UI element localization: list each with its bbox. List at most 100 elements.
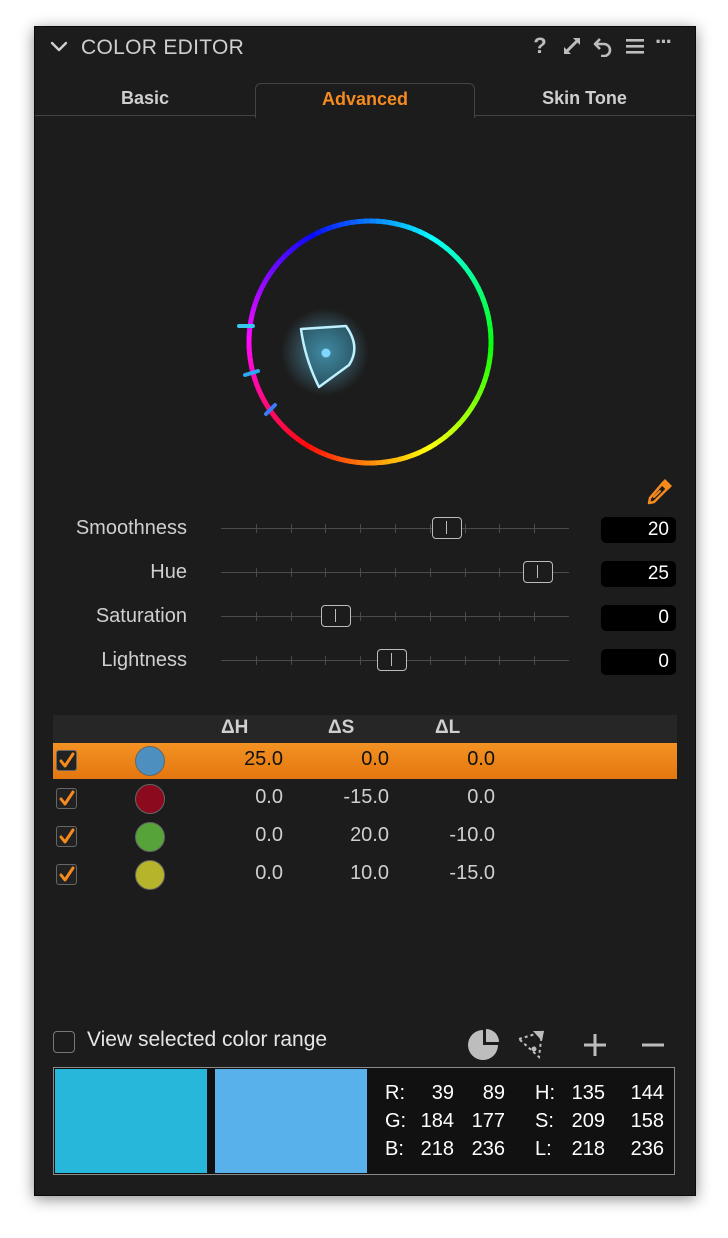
table-row[interactable]: 0.0 -15.0 0.0 xyxy=(53,781,677,817)
view-range-checkbox[interactable] xyxy=(53,1031,75,1053)
slider-track-smoothness[interactable] xyxy=(221,517,569,539)
range-picker-icon[interactable] xyxy=(513,1027,549,1063)
expand-icon[interactable] xyxy=(561,35,583,57)
help-icon[interactable]: ? xyxy=(529,35,551,57)
eyedropper-icon[interactable] xyxy=(642,473,678,509)
chevron-down-icon[interactable] xyxy=(49,37,69,57)
value-field-lightness[interactable]: 0 xyxy=(601,649,676,675)
slider-tick xyxy=(395,568,396,577)
selected-color-point[interactable] xyxy=(321,348,331,358)
checkmark-icon xyxy=(59,828,75,844)
tab-advanced[interactable]: Advanced xyxy=(255,83,475,118)
slider-label-smoothness: Smoothness xyxy=(75,517,187,539)
slider-thumb-lightness[interactable] xyxy=(376,649,407,671)
color-swatch xyxy=(135,822,165,852)
cell-dl: -10.0 xyxy=(449,824,495,846)
more-icon[interactable]: ··· xyxy=(655,31,681,57)
slider-tick xyxy=(499,612,501,621)
slider-tick xyxy=(290,656,292,665)
tab-basic[interactable]: Basic xyxy=(35,83,255,117)
slider-track-saturation[interactable] xyxy=(221,605,569,627)
panel-title: COLOR EDITOR xyxy=(81,36,245,59)
hsl-value-after: 158 xyxy=(630,1110,664,1132)
slider-tick xyxy=(360,524,362,533)
slider-tick xyxy=(429,656,431,665)
row-checkbox[interactable] xyxy=(56,826,77,847)
range-handle-middle[interactable] xyxy=(243,369,260,377)
cell-ds: -15.0 xyxy=(343,786,389,808)
slider-tick xyxy=(395,612,396,621)
rgb-value-before: 39 xyxy=(431,1082,454,1104)
slider-tick xyxy=(464,568,466,577)
slider-tick xyxy=(534,524,536,533)
slider-tick xyxy=(255,524,257,533)
cell-dh: 0.0 xyxy=(255,824,283,846)
hsl-label: H: xyxy=(535,1082,555,1104)
table-row[interactable]: 25.0 0.0 0.0 xyxy=(53,743,677,779)
cell-dl: 0.0 xyxy=(467,786,495,808)
hsl-value-before: 135 xyxy=(571,1082,605,1104)
pie-picker-icon[interactable] xyxy=(465,1027,501,1063)
checkmark-icon xyxy=(59,752,75,768)
cell-dh: 25.0 xyxy=(244,748,283,770)
reset-icon[interactable] xyxy=(592,35,614,57)
slider-tick xyxy=(255,568,257,577)
tab-skin-tone[interactable]: Skin Tone xyxy=(474,83,695,117)
slider-tick xyxy=(499,524,501,533)
rgb-value-after: 89 xyxy=(482,1082,505,1104)
view-range-label: View selected color range xyxy=(87,1028,328,1051)
row-checkbox[interactable] xyxy=(56,750,77,771)
cell-ds: 0.0 xyxy=(361,748,389,770)
slider-tick xyxy=(290,524,292,533)
rgb-label: B: xyxy=(385,1138,404,1160)
hsl-value-before: 218 xyxy=(571,1138,605,1160)
slider-tick xyxy=(429,524,431,533)
cell-ds: 20.0 xyxy=(350,824,389,846)
slider-tick xyxy=(464,612,466,621)
slider-tick xyxy=(360,568,362,577)
rgb-label: R: xyxy=(385,1082,405,1104)
slider-tick xyxy=(360,612,362,621)
remove-icon[interactable] xyxy=(635,1027,671,1063)
slider-tick xyxy=(360,656,362,665)
value-field-saturation[interactable]: 0 xyxy=(601,605,676,631)
slider-tick xyxy=(325,524,327,533)
value-field-hue[interactable]: 25 xyxy=(601,561,676,587)
row-checkbox[interactable] xyxy=(56,788,77,809)
slider-thumb-hue[interactable] xyxy=(522,561,553,583)
color-readout: R: 39 89 G: 184 177 B: 218 236 H: 135 144 S: 209 158 L:… xyxy=(53,1067,675,1175)
slider-tick xyxy=(499,568,501,577)
slider-thumb-saturation[interactable] xyxy=(320,605,351,627)
rgb-value-after: 236 xyxy=(471,1138,505,1160)
checkmark-icon xyxy=(59,790,75,806)
hsl-value-before: 209 xyxy=(571,1110,605,1132)
slider-track-hue[interactable] xyxy=(221,561,569,583)
slider-tick xyxy=(429,612,431,621)
value-field-smoothness[interactable]: 20 xyxy=(601,517,676,543)
slider-thumb-smoothness[interactable] xyxy=(432,517,463,539)
color-swatch xyxy=(135,860,165,890)
slider-tick xyxy=(290,612,292,621)
slider-tick xyxy=(499,656,501,665)
header-delta-lightness: ΔL xyxy=(435,717,461,738)
header-delta-saturation: ΔS xyxy=(328,717,355,738)
panel-header: COLOR EDITOR ? ··· xyxy=(35,27,695,67)
slider-track-lightness[interactable] xyxy=(221,649,569,671)
cell-dh: 0.0 xyxy=(255,862,283,884)
menu-icon[interactable] xyxy=(624,35,646,57)
color-swatch xyxy=(135,746,165,776)
color-editor-panel: COLOR EDITOR ? ··· Basic Advanced Skin T… xyxy=(34,26,696,1196)
table-row[interactable]: 0.0 10.0 -15.0 xyxy=(53,857,677,893)
rgb-value-before: 184 xyxy=(420,1110,454,1132)
color-wheel[interactable] xyxy=(225,197,515,487)
row-checkbox[interactable] xyxy=(56,864,77,885)
add-icon[interactable] xyxy=(577,1027,613,1063)
cell-ds: 10.0 xyxy=(350,862,389,884)
cell-dl: -15.0 xyxy=(449,862,495,884)
slider-label-saturation: Saturation xyxy=(95,605,187,627)
color-swatch xyxy=(135,784,165,814)
slider-tick xyxy=(464,524,466,533)
table-row[interactable]: 0.0 20.0 -10.0 xyxy=(53,819,677,855)
slider-tick xyxy=(325,568,327,577)
hsl-value-after: 236 xyxy=(630,1138,664,1160)
